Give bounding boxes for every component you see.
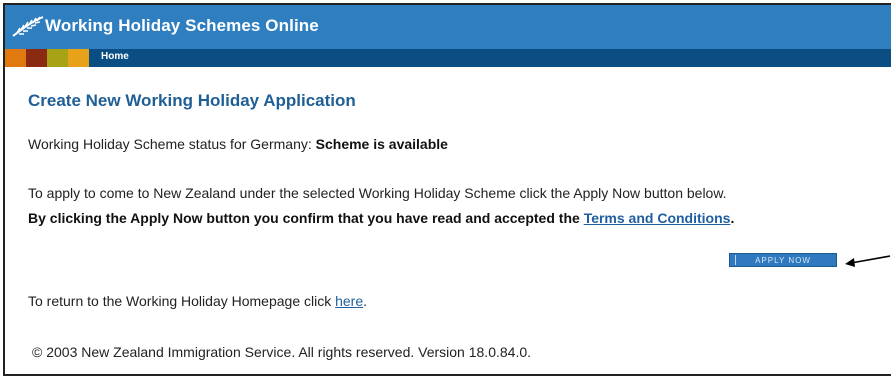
swatch-olive [47,49,68,67]
return-text: To return to the Working Holiday Homepag… [28,293,332,309]
copyright-notice: © 2003 New Zealand Immigration Service. … [32,344,532,360]
status-value: Scheme is available [315,136,448,152]
swatch-orange [5,49,26,67]
nav-bar: Home [5,49,891,67]
status-label: Working Holiday Scheme status for German… [28,136,312,152]
apply-now-button[interactable]: APPLY NOW [729,253,837,267]
confirm-end: . [730,210,735,226]
swatch-brown [26,49,47,67]
scheme-status: Working Holiday Scheme status for German… [28,136,448,152]
nav-home-link[interactable]: Home [101,51,129,62]
terms-link[interactable]: Terms and Conditions [584,210,731,226]
confirm-text: By clicking the Apply Now button you con… [28,210,580,226]
page-frame: Working Holiday Schemes Online Home Crea… [3,3,891,376]
site-header: Working Holiday Schemes Online [5,5,891,49]
swatch-gold [68,49,89,67]
fern-icon [12,16,44,37]
page-title: Create New Working Holiday Application [28,91,356,110]
color-swatches [5,49,89,67]
here-link[interactable]: here [335,293,363,309]
apply-instructions: To apply to come to New Zealand under th… [28,185,727,201]
site-title: Working Holiday Schemes Online [45,16,319,35]
arrow-pointer-icon [845,255,891,267]
return-end: . [363,293,368,309]
terms-confirmation: By clicking the Apply Now button you con… [28,210,734,226]
return-homepage: To return to the Working Holiday Homepag… [28,293,367,309]
